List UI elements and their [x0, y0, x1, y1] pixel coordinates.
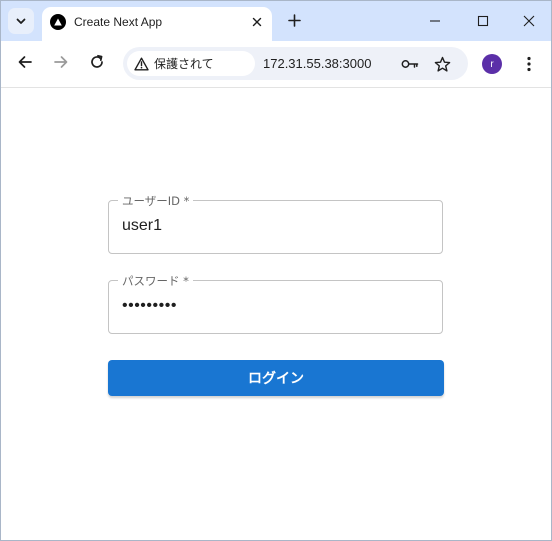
tab-title: Create Next App [74, 15, 163, 29]
window-close-button[interactable] [517, 9, 541, 33]
security-label: 保護されてい [154, 57, 214, 71]
address-bar[interactable]: 保護されてい 172.31.55.38:3000 [123, 47, 468, 80]
kebab-menu-icon[interactable] [519, 53, 539, 75]
arrow-right-icon [53, 54, 69, 74]
browser-window: Create Next App 保護されて 172.31.55.38:3000 … [0, 0, 552, 541]
user-id-input[interactable] [122, 217, 422, 235]
nextjs-triangle-icon [50, 14, 66, 30]
password-field[interactable]: パスワード * [108, 273, 443, 334]
star-icon[interactable] [431, 53, 453, 75]
user-id-label: ユーザーID * [118, 193, 194, 209]
forward-button[interactable] [49, 52, 73, 76]
back-button[interactable] [13, 52, 37, 76]
reload-button[interactable] [85, 52, 109, 76]
close-icon[interactable] [248, 13, 266, 31]
new-tab-button[interactable] [284, 11, 304, 31]
tab-strip: Create Next App [1, 1, 551, 41]
arrow-left-icon [17, 54, 33, 74]
profile-avatar[interactable]: r [482, 54, 502, 74]
minimize-icon [429, 12, 441, 31]
maximize-icon [477, 12, 489, 31]
password-input[interactable] [122, 297, 422, 315]
warning-icon [133, 56, 149, 72]
close-icon [523, 12, 535, 31]
maximize-button[interactable] [471, 9, 495, 33]
page-content: ユーザーID * パスワード * ログイン [1, 88, 551, 540]
tab-active[interactable]: Create Next App [42, 7, 272, 41]
login-button[interactable]: ログイン [108, 360, 444, 396]
key-icon[interactable] [399, 53, 421, 75]
plus-icon [287, 12, 301, 31]
browser-toolbar: 保護されてい 172.31.55.38:3000 r [1, 41, 551, 88]
minimize-button[interactable] [423, 9, 447, 33]
reload-icon [89, 54, 105, 74]
url-text[interactable]: 172.31.55.38:3000 [263, 56, 371, 71]
tab-search-button[interactable] [8, 8, 34, 34]
security-indicator[interactable]: 保護されてい [127, 51, 255, 76]
user-id-field[interactable]: ユーザーID * [108, 193, 443, 254]
password-label: パスワード * [118, 273, 193, 289]
chevron-down-icon [15, 12, 27, 31]
